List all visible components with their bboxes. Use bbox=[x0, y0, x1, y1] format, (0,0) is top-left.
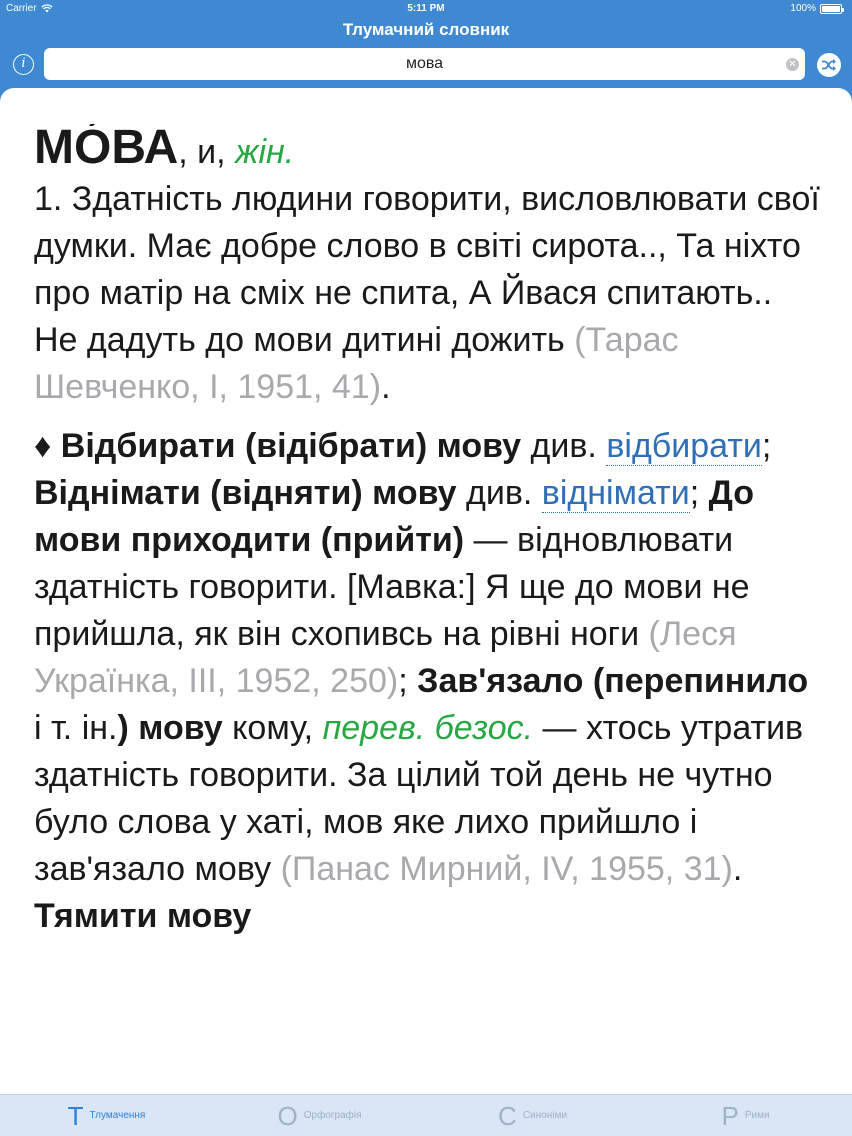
tab-label: Рими bbox=[744, 1110, 770, 1121]
dictionary-entry-card: МО́ВА, и, жін. 1. Здатність людини говор… bbox=[0, 88, 852, 1094]
phrase-aside: і т. ін. bbox=[34, 709, 118, 747]
tab-label: Тлумачення bbox=[89, 1110, 146, 1121]
info-icon: i bbox=[21, 56, 26, 71]
shuffle-icon bbox=[822, 59, 836, 71]
navigation-bar: Тлумачний словник i ✕ bbox=[0, 18, 852, 88]
battery-icon bbox=[820, 3, 844, 14]
tab-orthography[interactable]: О Орфографія bbox=[213, 1095, 426, 1136]
tab-label: Синоніми bbox=[522, 1110, 567, 1121]
battery-percent: 100% bbox=[790, 3, 816, 14]
tab-explanation[interactable]: Т Тлумачення bbox=[0, 1095, 213, 1136]
tab-letter-icon: С bbox=[498, 1100, 517, 1131]
search-input[interactable] bbox=[44, 48, 805, 80]
headword: МО́ВА bbox=[34, 124, 179, 174]
phrase: Відбирати (відібрати) мову bbox=[60, 427, 522, 465]
entry-text[interactable]: МО́ВА, и, жін. 1. Здатність людини говор… bbox=[34, 124, 824, 1050]
tab-letter-icon: Р bbox=[721, 1100, 739, 1131]
phrase: Зав'язало (перепинило bbox=[417, 662, 809, 700]
clear-search-icon[interactable]: ✕ bbox=[786, 58, 799, 71]
phrase-government: кому, bbox=[222, 709, 323, 747]
grammar-info: , и, bbox=[178, 133, 236, 171]
sense-1-text: 1. Здатність людини говорити, висловлюва… bbox=[34, 180, 820, 359]
tab-letter-icon: О bbox=[277, 1100, 298, 1131]
page-title: Тлумачний словник bbox=[342, 20, 510, 39]
cross-reference-link[interactable]: відбирати bbox=[606, 427, 762, 466]
status-bar: Carrier 5:11 PM 100% bbox=[0, 0, 852, 18]
tab-rhymes[interactable]: Р Рими bbox=[639, 1095, 852, 1136]
punctuation: . bbox=[381, 368, 391, 406]
random-word-button[interactable] bbox=[817, 53, 841, 77]
separator: ; bbox=[398, 662, 418, 700]
entry-phrases: ♦ Відбирати (відібрати) мову див. відбир… bbox=[34, 423, 824, 940]
tab-label: Орфографія bbox=[303, 1110, 362, 1121]
info-button[interactable]: i bbox=[13, 54, 34, 75]
separator: ; bbox=[689, 474, 709, 512]
phrase: Тямити мову bbox=[34, 897, 252, 935]
phrase-marker-icon: ♦ bbox=[34, 427, 61, 465]
source-citation: (Панас Мирний, IV, 1955, 31) bbox=[280, 850, 733, 888]
usage-label: перев. безос. bbox=[322, 709, 534, 747]
gender-label: жін. bbox=[235, 133, 295, 171]
tab-synonyms[interactable]: С Синоніми bbox=[426, 1095, 639, 1136]
see-label: див. bbox=[521, 427, 607, 465]
status-time: 5:11 PM bbox=[407, 3, 445, 14]
separator: ; bbox=[761, 427, 772, 465]
separator: . bbox=[732, 850, 743, 888]
search-bar: ✕ bbox=[44, 48, 805, 80]
see-label: див. bbox=[456, 474, 542, 512]
battery-info: 100% bbox=[790, 3, 844, 14]
entry-sense-1: МО́ВА, и, жін. 1. Здатність людини говор… bbox=[34, 124, 824, 411]
tab-bar: Т Тлумачення О Орфографія С Синоніми Р Р… bbox=[0, 1094, 852, 1136]
phrase: ) мову bbox=[117, 709, 223, 747]
cross-reference-link[interactable]: віднімати bbox=[541, 474, 690, 513]
phrase: Віднімати (відняти) мову bbox=[34, 474, 457, 512]
tab-letter-icon: Т bbox=[67, 1100, 84, 1131]
